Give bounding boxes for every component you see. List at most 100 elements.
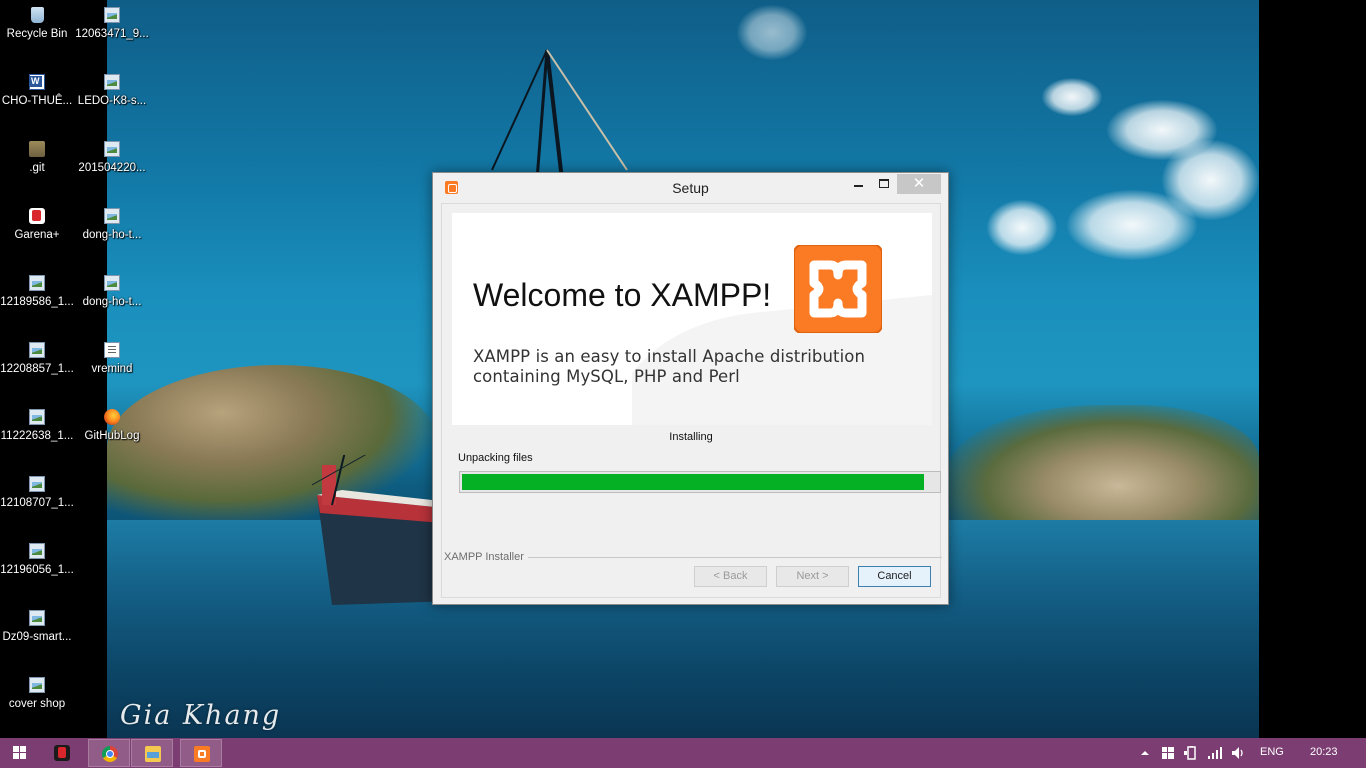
signal-bars-icon — [1208, 747, 1222, 759]
desktop-icon-file[interactable]: LEDO-K8-s... — [75, 74, 149, 107]
desktop-icon-shortcut[interactable]: GitHubLog — [75, 409, 149, 442]
desktop-icon-file[interactable]: cover shop — [0, 677, 74, 710]
back-button[interactable]: < Back — [694, 566, 767, 587]
show-hidden-icons-button[interactable] — [1137, 745, 1153, 761]
desktop-icon-file[interactable]: 12196056_1... — [0, 543, 74, 576]
text-file-icon — [104, 342, 120, 358]
close-button[interactable]: ✕ — [897, 174, 941, 194]
start-button[interactable] — [0, 738, 40, 768]
desktop-icon-label: GitHubLog — [84, 430, 140, 442]
garena-icon — [54, 745, 70, 761]
desktop-icon-file[interactable]: 12189586_1... — [0, 275, 74, 308]
image-file-icon — [29, 677, 45, 693]
wallpaper-signature: Gia Khang — [120, 700, 282, 731]
status-detail: Unpacking files — [458, 452, 533, 464]
desktop-icon-file[interactable]: 201504220... — [75, 141, 149, 174]
garena-icon — [29, 208, 45, 224]
desktop-icon-recycle-bin[interactable]: Recycle Bin — [0, 7, 74, 40]
chrome-icon — [102, 746, 118, 762]
xampp-logo-icon — [794, 245, 882, 333]
minimize-icon — [853, 185, 863, 187]
setup-content: Welcome to XAMPP! XAMPP is an easy to in… — [441, 203, 942, 598]
image-file-icon — [104, 141, 120, 157]
desktop-icon-file[interactable]: dong-ho-t... — [75, 275, 149, 308]
description-line: containing MySQL, PHP and Perl — [473, 367, 740, 386]
file-explorer-icon — [145, 746, 161, 762]
desktop-icon-file[interactable]: Dz09-smart... — [0, 610, 74, 643]
desktop-icon-file[interactable]: 11222638_1... — [0, 409, 74, 442]
recycle-bin-icon — [30, 7, 44, 23]
maximize-button[interactable] — [871, 174, 897, 194]
desktop-icon-label: 12196056_1... — [0, 564, 74, 576]
status-text: Installing — [669, 431, 713, 443]
next-button[interactable]: Next > — [776, 566, 849, 587]
image-file-icon — [104, 74, 120, 90]
maximize-icon — [879, 179, 889, 188]
welcome-description: XAMPP is an easy to install Apache distr… — [473, 347, 903, 387]
desktop-icon-file[interactable]: CHO-THUÊ... — [0, 74, 74, 107]
folder-icon — [29, 141, 45, 157]
tray-windows-icon[interactable] — [1160, 745, 1176, 761]
tray-clock[interactable]: 20:23 — [1310, 746, 1338, 758]
tray-volume-icon[interactable] — [1230, 745, 1246, 761]
desktop-icon-label: Dz09-smart... — [2, 631, 72, 643]
tray-language[interactable]: ENG — [1260, 746, 1284, 758]
taskbar-app-file-explorer[interactable] — [131, 739, 173, 767]
footer-branding: XAMPP Installer — [444, 551, 528, 563]
desktop-icon-label: LEDO-K8-s... — [77, 95, 147, 107]
tray-power-icon[interactable] — [1183, 745, 1199, 761]
progress-fill — [462, 474, 924, 490]
desktop-icon-label: dong-ho-t... — [82, 229, 142, 241]
firefox-icon — [104, 409, 120, 425]
desktop-icon-label: Recycle Bin — [6, 28, 68, 40]
image-file-icon — [29, 610, 45, 626]
taskbar-app-xampp[interactable] — [180, 739, 222, 767]
desktop-icon-label: dong-ho-t... — [82, 296, 142, 308]
windows-logo-icon — [13, 746, 27, 760]
image-file-icon — [104, 208, 120, 224]
taskbar: ENG 20:23 — [0, 738, 1366, 768]
desktop-icon-file[interactable]: 12063471_9... — [75, 7, 149, 40]
image-file-icon — [104, 7, 120, 23]
desktop-icon-label: vremind — [91, 363, 133, 375]
cancel-button[interactable]: Cancel — [858, 566, 931, 587]
image-file-icon — [29, 476, 45, 492]
taskbar-app-chrome[interactable] — [88, 739, 130, 767]
image-file-icon — [104, 275, 120, 291]
progress-bar — [459, 471, 941, 493]
desktop-icon-label: 12189586_1... — [0, 296, 74, 308]
desktop-icon-garena[interactable]: Garena+ — [0, 208, 74, 241]
desktop-icon-label: CHO-THUÊ... — [1, 95, 73, 107]
chevron-up-icon — [1141, 751, 1149, 755]
desktop-icon-label: 12063471_9... — [75, 28, 149, 40]
desktop-icon-file[interactable]: 12108707_1... — [0, 476, 74, 509]
desktop-icon-folder[interactable]: .git — [0, 141, 74, 174]
title-bar[interactable]: Setup ✕ — [433, 173, 948, 202]
battery-icon — [1184, 746, 1196, 760]
image-file-icon — [29, 543, 45, 559]
image-file-icon — [29, 342, 45, 358]
welcome-banner: Welcome to XAMPP! XAMPP is an easy to in… — [452, 213, 932, 425]
desktop-icon-file[interactable]: vremind — [75, 342, 149, 375]
desktop-icon-label: Garena+ — [14, 229, 60, 241]
desktop-icon-label: 12108707_1... — [0, 497, 74, 509]
image-file-icon — [29, 409, 45, 425]
image-file-icon — [29, 275, 45, 291]
word-document-icon — [29, 74, 45, 90]
welcome-heading: Welcome to XAMPP! — [473, 277, 772, 313]
tray-network-icon[interactable] — [1207, 745, 1223, 761]
taskbar-app-garena[interactable] — [41, 739, 83, 767]
desktop-icon-file[interactable]: 12208857_1... — [0, 342, 74, 375]
desktop-icon-label: .git — [29, 162, 45, 174]
desktop-icon-label: 12208857_1... — [0, 363, 74, 375]
minimize-button[interactable] — [845, 174, 871, 194]
desktop-icon-label: 201504220... — [78, 162, 146, 174]
desktop-icon-file[interactable]: dong-ho-t... — [75, 208, 149, 241]
windows-logo-icon — [1162, 747, 1174, 759]
speaker-icon — [1232, 747, 1243, 759]
desktop-icon-label: cover shop — [8, 698, 66, 710]
description-line: XAMPP is an easy to install Apache distr… — [473, 347, 866, 366]
setup-window: Setup ✕ Welcome to XAMPP! XAMPP is an ea… — [432, 172, 949, 605]
desktop-icon-label: 11222638_1... — [0, 430, 74, 442]
xampp-icon — [194, 746, 210, 762]
